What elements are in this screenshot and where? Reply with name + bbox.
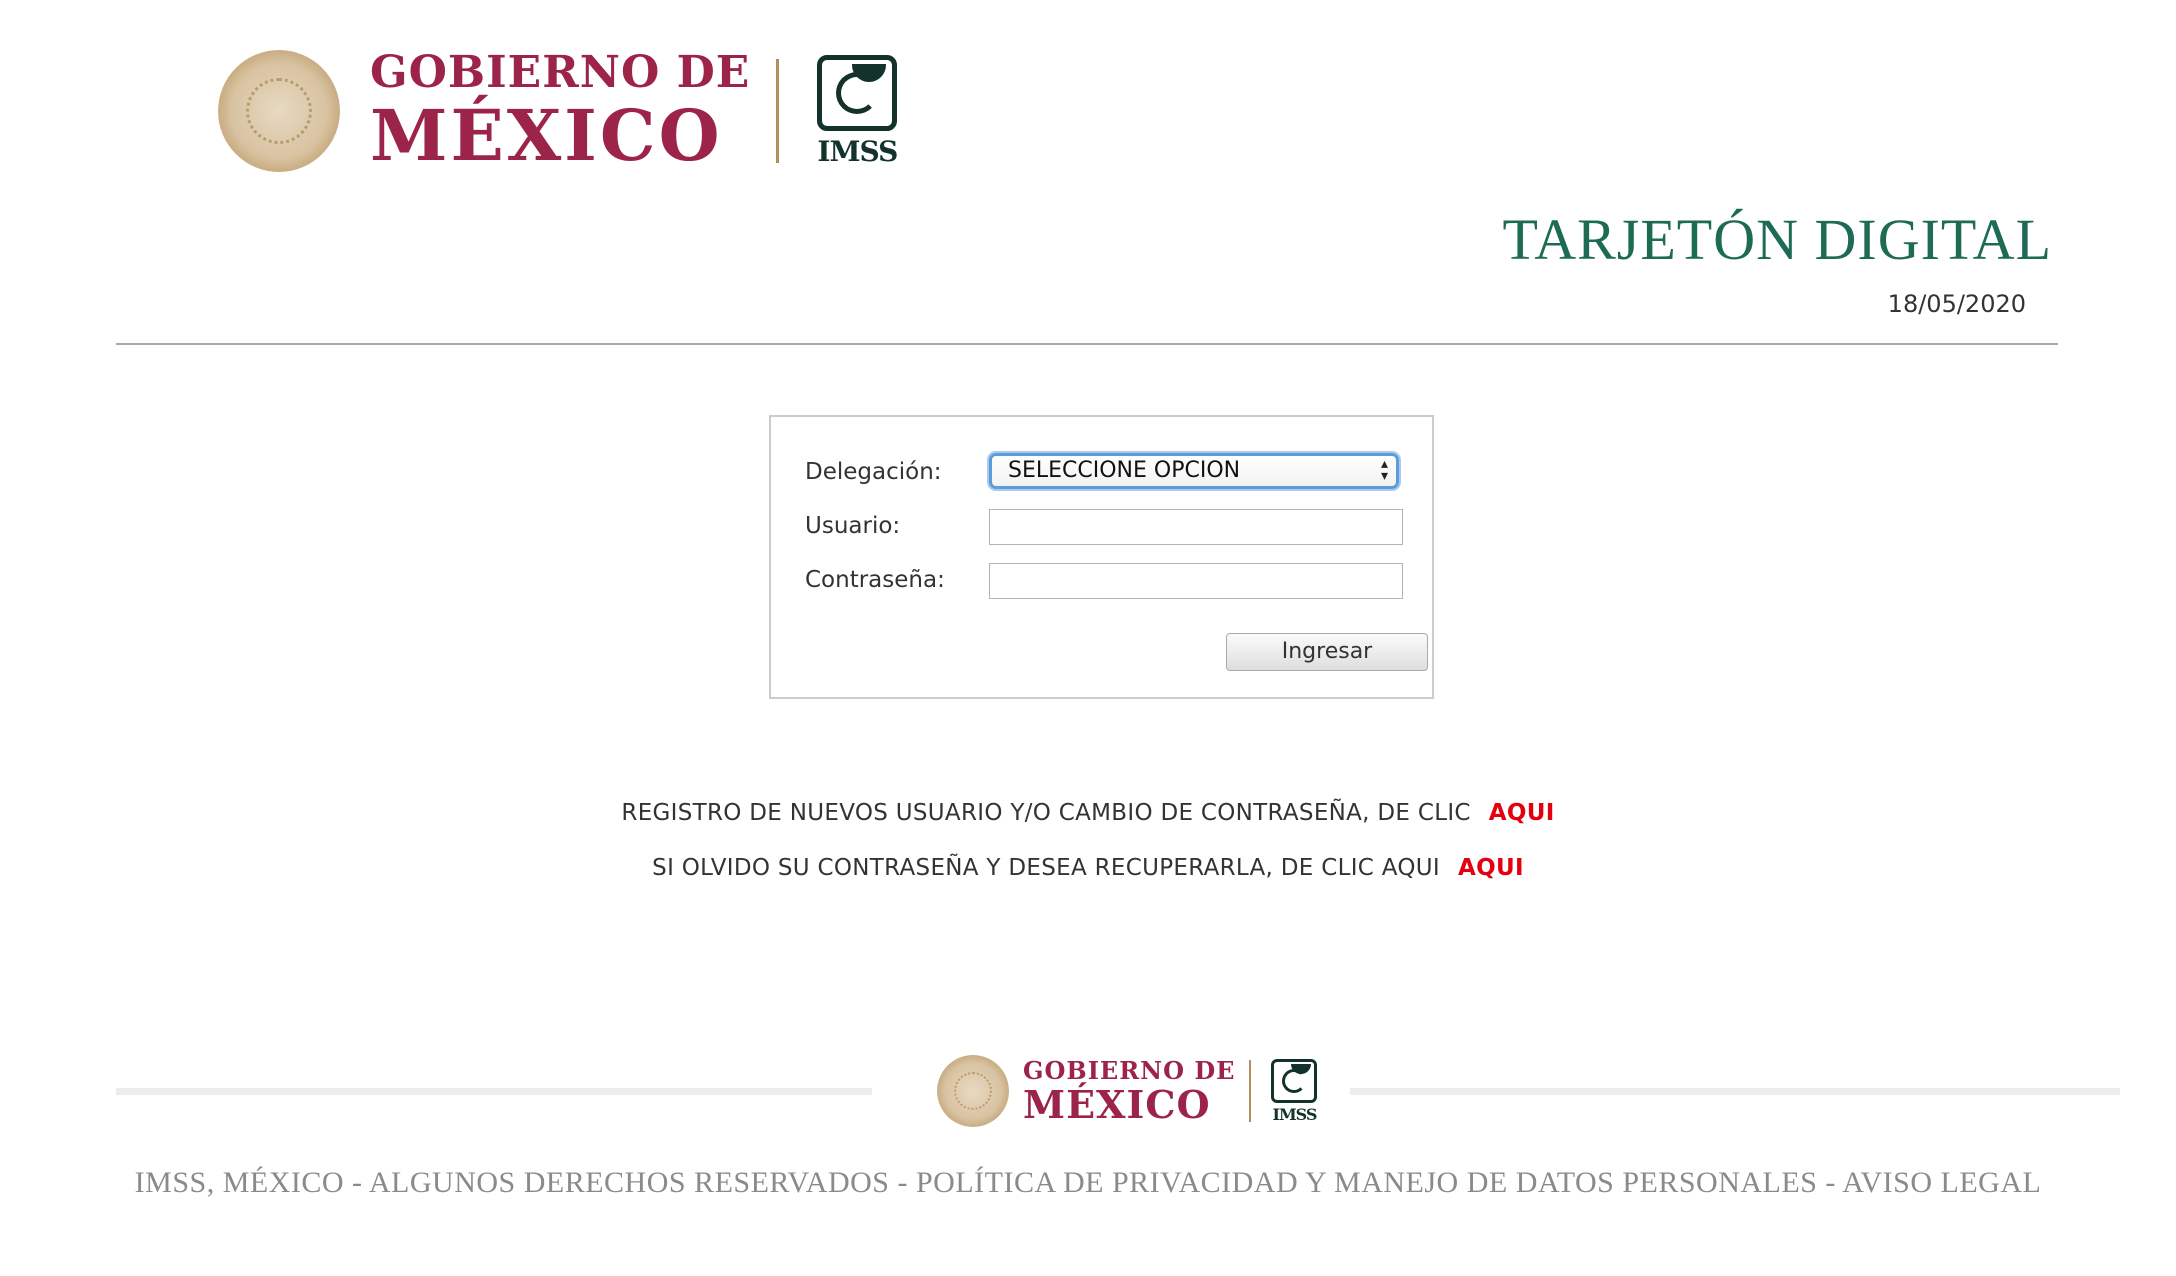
footer-imss-label: IMSS [1272, 1104, 1317, 1124]
usuario-input[interactable] [989, 509, 1403, 545]
header-logo: GOBIERNO DE MÉXICO IMSS [218, 46, 898, 176]
register-text: REGISTRO DE NUEVOS USUARIO Y/O CAMBIO DE… [621, 800, 1471, 826]
header-divider [116, 343, 2058, 345]
select-arrows-icon: ▴ ▾ [1380, 456, 1388, 484]
imss-logo: IMSS [817, 54, 898, 168]
footer-legal-text: IMSS, MÉXICO - ALGUNOS DERECHOS RESERVAD… [134, 1166, 2042, 1199]
delegacion-select[interactable]: SELECCIONE OPCION ▴ ▾ [989, 453, 1399, 489]
recover-link[interactable]: AQUI [1458, 855, 1524, 881]
recover-line: SI OLVIDO SU CONTRASEÑA Y DESEA RECUPERA… [0, 855, 2176, 881]
logo-divider [776, 59, 780, 163]
gobierno-mexico-logotype: GOBIERNO DE MÉXICO [370, 51, 750, 171]
recover-text: SI OLVIDO SU CONTRASEÑA Y DESEA RECUPERA… [652, 855, 1441, 881]
gobierno-line1: GOBIERNO DE [370, 47, 751, 98]
usuario-label: Usuario: [805, 513, 901, 539]
imss-logo-icon [817, 54, 898, 131]
footer-logo-divider [1249, 1060, 1252, 1122]
footer-gobierno-logotype: GOBIERNO DE MÉXICO [1023, 1055, 1236, 1127]
page-title: TARJETÓN DIGITAL [1502, 207, 2052, 272]
delegacion-label: Delegación: [805, 459, 942, 485]
national-seal-icon [218, 50, 340, 172]
ingresar-button[interactable]: Ingresar [1226, 633, 1428, 671]
gobierno-line2: MÉXICO [370, 94, 723, 177]
footer-rule-right [1350, 1088, 2120, 1095]
footer-rule-left [116, 1088, 872, 1095]
contrasena-label: Contraseña: [805, 567, 945, 593]
register-line: REGISTRO DE NUEVOS USUARIO Y/O CAMBIO DE… [0, 800, 2176, 826]
footer-gobierno-line2: MÉXICO [1023, 1081, 1211, 1127]
delegacion-selected-value: SELECCIONE OPCION [1008, 458, 1241, 483]
footer-gobierno-line1: GOBIERNO DE [1023, 1055, 1236, 1085]
footer-imss-logo: IMSS [1271, 1058, 1318, 1124]
footer-logo: GOBIERNO DE MÉXICO IMSS [937, 1052, 1318, 1130]
login-form: Delegación: SELECCIONE OPCION ▴ ▾ Usuario… [769, 415, 1434, 699]
imss-logo-icon [1271, 1058, 1318, 1103]
national-seal-icon [937, 1055, 1009, 1127]
register-link[interactable]: AQUI [1489, 800, 1555, 826]
page-date: 18/05/2020 [1887, 290, 2026, 318]
imss-label: IMSS [817, 134, 898, 168]
contrasena-input[interactable] [989, 563, 1403, 599]
